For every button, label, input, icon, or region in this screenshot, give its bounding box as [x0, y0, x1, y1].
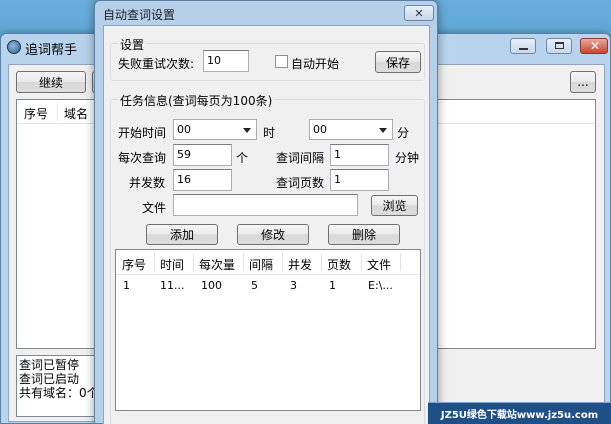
more-button[interactable]: ... — [570, 71, 596, 93]
chevron-down-icon — [379, 128, 387, 133]
column-header-index[interactable]: 序号 — [122, 256, 146, 273]
autostart-label[interactable]: 自动开始 — [291, 55, 339, 72]
column-header-pages[interactable]: 页数 — [327, 256, 351, 273]
cell-per-query: 100 — [201, 279, 222, 292]
maximize-button[interactable] — [546, 38, 572, 54]
file-input[interactable] — [173, 194, 358, 216]
column-separator — [243, 253, 244, 271]
hour-select[interactable]: 00 — [173, 119, 257, 140]
column-header-domain[interactable]: 域名 — [64, 105, 88, 122]
log-line: 共有域名：0个 — [19, 386, 99, 400]
watermark-banner: JZ5U绿色下载站www.jz5u.com — [428, 402, 611, 424]
column-header-time[interactable]: 时间 — [160, 256, 184, 273]
retry-count-label: 失败重试次数: — [118, 57, 195, 71]
close-icon: ✕ — [590, 39, 601, 53]
task-group-title: 任务信息(查词每页为100条) — [118, 92, 275, 109]
browse-button[interactable]: 浏览 — [371, 195, 418, 216]
watermark-text: JZ5U绿色下载站www.jz5u.com — [440, 410, 599, 421]
main-window-title: 追词帮手 — [25, 43, 78, 58]
dialog-title: 自动查词设置 — [103, 8, 176, 22]
cell-index: 1 — [123, 279, 130, 292]
dialog-body: 设置 失败重试次数: 10 自动开始 保存 任务信息(查词每页为100条) 开始… — [103, 25, 430, 424]
settings-group-title: 设置 — [118, 36, 147, 53]
interval-input[interactable]: 1 — [330, 144, 389, 166]
per-query-unit-label: 个 — [236, 151, 249, 165]
add-button[interactable]: 添加 — [146, 224, 218, 245]
autostart-checkbox[interactable] — [275, 55, 288, 68]
save-button[interactable]: 保存 — [375, 51, 421, 73]
table-row[interactable]: 1 11... 100 5 3 1 E:\... — [116, 277, 420, 295]
minute-select[interactable]: 00 — [309, 119, 393, 140]
concurrency-input[interactable]: 16 — [173, 169, 232, 191]
interval-unit-label: 分钟 — [395, 151, 420, 165]
column-separator — [361, 253, 362, 271]
app-icon — [7, 40, 21, 54]
column-separator — [193, 253, 194, 271]
cell-file: E:\... — [368, 279, 393, 292]
task-table-header: 序号 时间 每次量 间隔 并发 页数 文件 — [116, 250, 420, 275]
minute-unit-label: 分 — [397, 126, 410, 140]
file-label: 文件 — [142, 201, 167, 215]
per-query-label: 每次查询 — [118, 151, 167, 165]
log-line: 查词已暂停 — [19, 358, 80, 372]
log-line: 查词已启动 — [19, 372, 80, 386]
auto-query-dialog: 自动查词设置 ✕ 设置 失败重试次数: 10 自动开始 保存 任务信息(查词每页… — [94, 0, 438, 424]
hour-unit-label: 时 — [263, 126, 276, 140]
per-query-input[interactable]: 59 — [173, 144, 232, 166]
column-header-per-query[interactable]: 每次量 — [199, 256, 235, 273]
minimize-button[interactable] — [510, 38, 536, 54]
retry-count-input[interactable]: 10 — [203, 50, 249, 72]
column-header-concurrency[interactable]: 并发 — [288, 256, 312, 273]
column-separator — [57, 103, 58, 121]
minimize-icon — [519, 48, 528, 50]
pages-label: 查词页数 — [276, 176, 325, 190]
close-button[interactable]: ✕ — [580, 38, 608, 54]
close-icon: ✕ — [414, 7, 424, 20]
column-separator — [321, 253, 322, 271]
delete-button[interactable]: 删除 — [328, 224, 400, 245]
cell-time: 11... — [160, 279, 185, 292]
chevron-down-icon — [243, 128, 251, 133]
edit-button[interactable]: 修改 — [237, 224, 309, 245]
column-separator — [400, 253, 401, 271]
cell-pages: 1 — [329, 279, 336, 292]
column-separator — [154, 253, 155, 271]
interval-label: 查词间隔 — [276, 151, 325, 165]
column-separator — [282, 253, 283, 271]
maximize-icon — [555, 42, 564, 49]
start-time-label: 开始时间 — [118, 126, 167, 140]
pages-input[interactable]: 1 — [330, 169, 389, 191]
dialog-close-button[interactable]: ✕ — [404, 5, 434, 21]
task-table[interactable]: 序号 时间 每次量 间隔 并发 页数 文件 1 11... 100 5 3 1 … — [115, 249, 421, 411]
cell-concurrency: 3 — [290, 279, 297, 292]
concurrency-label: 并发数 — [129, 176, 166, 190]
column-header-index[interactable]: 序号 — [24, 105, 48, 122]
cell-interval: 5 — [251, 279, 258, 292]
log-box[interactable]: 查词已暂停 查词已启动 共有域名：0个 — [16, 355, 106, 417]
column-header-file[interactable]: 文件 — [367, 256, 391, 273]
continue-button[interactable]: 继续 — [16, 71, 86, 93]
column-header-interval[interactable]: 间隔 — [249, 256, 273, 273]
